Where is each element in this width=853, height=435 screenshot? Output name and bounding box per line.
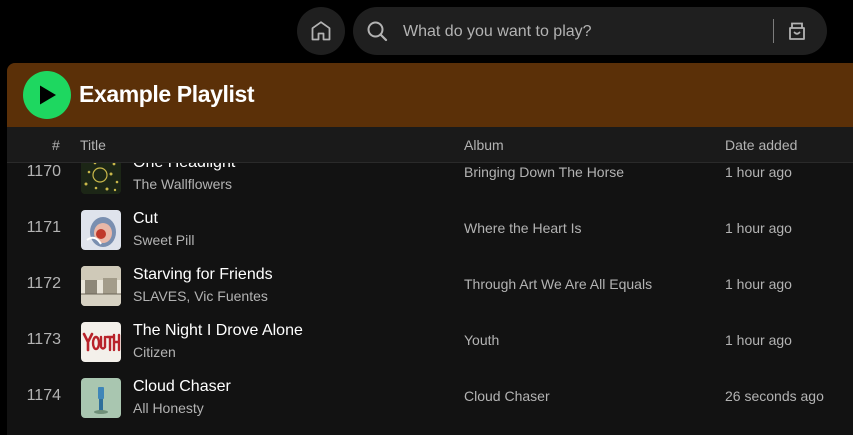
home-button[interactable] bbox=[297, 7, 345, 55]
track-date-added: 1 hour ago bbox=[725, 164, 792, 180]
track-album[interactable]: Cloud Chaser bbox=[464, 388, 550, 404]
track-album[interactable]: Youth bbox=[464, 332, 499, 348]
play-icon bbox=[40, 85, 56, 105]
track-album[interactable]: Where the Heart Is bbox=[464, 220, 582, 236]
track-artist[interactable]: SLAVES, Vic Fuentes bbox=[133, 288, 268, 304]
column-header: # Title Album Date added bbox=[7, 127, 853, 163]
track-album[interactable]: Through Art We Are All Equals bbox=[464, 276, 652, 292]
track-number: 1172 bbox=[26, 275, 61, 292]
home-icon bbox=[311, 21, 331, 41]
search-divider bbox=[773, 19, 774, 43]
table-row[interactable]: 1174 Cloud Chaser All Honesty Cloud Chas… bbox=[7, 370, 853, 426]
track-album[interactable]: Bringing Down The Horse bbox=[464, 164, 624, 180]
track-title[interactable]: One Headlight bbox=[133, 163, 235, 172]
column-album[interactable]: Album bbox=[464, 137, 504, 153]
search-bar[interactable] bbox=[353, 7, 827, 55]
track-artist[interactable]: The Wallflowers bbox=[133, 176, 232, 192]
table-row[interactable]: 1171 Cut Sweet Pill Where the Heart Is 1… bbox=[7, 202, 853, 258]
track-number: 1170 bbox=[26, 163, 61, 180]
column-date-added[interactable]: Date added bbox=[725, 137, 797, 153]
track-title[interactable]: Starving for Friends bbox=[133, 266, 273, 284]
track-artist[interactable]: All Honesty bbox=[133, 400, 204, 416]
table-row[interactable]: 1170 One Headlight The Wallflowers Bring… bbox=[7, 163, 853, 202]
play-button[interactable] bbox=[23, 71, 71, 119]
track-date-added: 1 hour ago bbox=[725, 220, 792, 236]
track-list: 1170 One Headlight The Wallflowers Bring… bbox=[7, 163, 853, 435]
track-title[interactable]: The Night I Drove Alone bbox=[133, 322, 303, 340]
album-art bbox=[81, 163, 121, 194]
column-title[interactable]: Title bbox=[80, 137, 106, 153]
table-row[interactable]: 1172 Starving for Friends SLAVES, Vic Fu… bbox=[7, 258, 853, 314]
search-icon bbox=[367, 21, 388, 42]
track-number: 1174 bbox=[26, 387, 61, 404]
track-artist[interactable]: Citizen bbox=[133, 344, 176, 360]
album-art bbox=[81, 266, 121, 306]
playlist-header: Example Playlist bbox=[7, 63, 853, 127]
album-art bbox=[81, 210, 121, 250]
browse-icon[interactable] bbox=[785, 19, 809, 43]
track-number: 1173 bbox=[26, 331, 61, 348]
track-artist[interactable]: Sweet Pill bbox=[133, 232, 194, 248]
playlist-title: Example Playlist bbox=[79, 81, 255, 107]
top-bar bbox=[0, 0, 853, 64]
playlist-panel: Example Playlist # Title Album Date adde… bbox=[7, 63, 853, 435]
track-date-added: 26 seconds ago bbox=[725, 388, 824, 404]
album-art bbox=[81, 322, 121, 362]
search-input[interactable] bbox=[401, 17, 785, 47]
track-title[interactable]: Cloud Chaser bbox=[133, 378, 231, 396]
table-row[interactable]: 1173 The Night I Drove Alone Citizen You… bbox=[7, 314, 853, 370]
column-number: # bbox=[52, 137, 60, 153]
track-date-added: 1 hour ago bbox=[725, 276, 792, 292]
track-number: 1171 bbox=[26, 219, 61, 236]
track-title[interactable]: Cut bbox=[133, 210, 158, 228]
album-art bbox=[81, 378, 121, 418]
track-date-added: 1 hour ago bbox=[725, 332, 792, 348]
